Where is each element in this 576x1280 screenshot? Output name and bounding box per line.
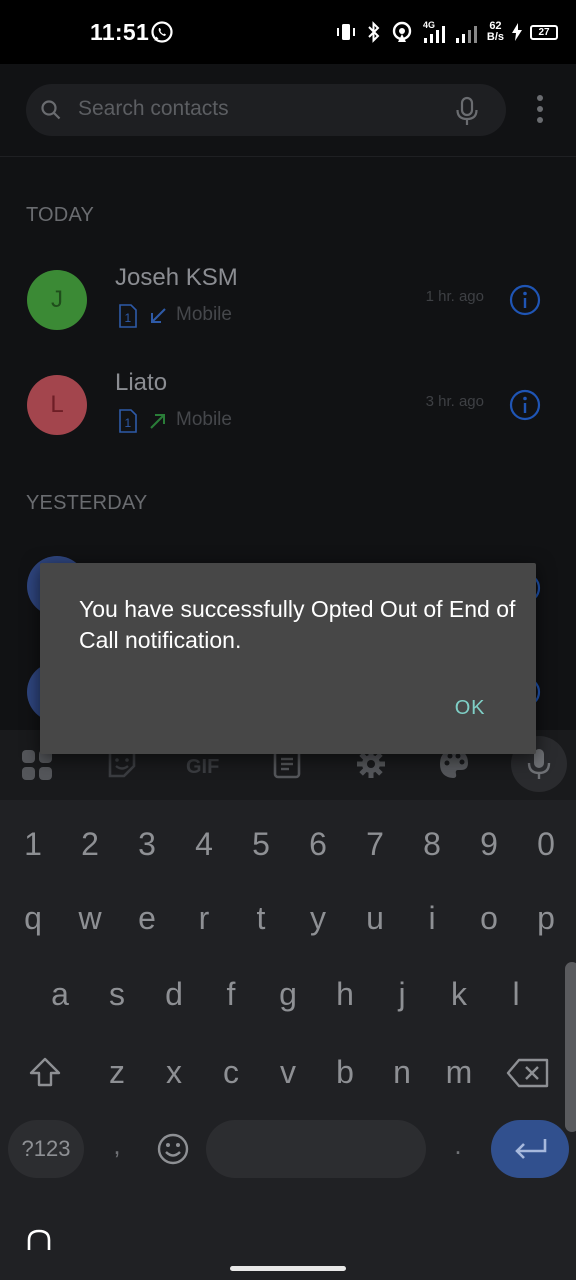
- call-time: 3 hr. ago: [425, 393, 484, 410]
- contact-name: Liato: [115, 369, 168, 396]
- contact-name: Joseh KSM: [115, 264, 238, 291]
- key-v[interactable]: v: [263, 1054, 313, 1091]
- key-e[interactable]: e: [122, 900, 172, 937]
- key-j[interactable]: j: [377, 976, 427, 1013]
- svg-text:4G: 4G: [423, 20, 435, 30]
- navigation-bar: [0, 1200, 576, 1280]
- ok-button[interactable]: OK: [434, 691, 506, 725]
- key-w[interactable]: w: [65, 900, 115, 937]
- comma-key[interactable]: ,: [92, 1130, 142, 1161]
- space-key[interactable]: [206, 1120, 426, 1178]
- call-log-row[interactable]: J Joseh KSM 1 Mobile 1 hr. ago: [0, 264, 576, 360]
- voice-search-icon[interactable]: [453, 96, 481, 126]
- sim-1-icon: 1: [119, 409, 137, 433]
- key-n[interactable]: n: [377, 1054, 427, 1091]
- key-o[interactable]: o: [464, 900, 514, 937]
- bluetooth-icon: [368, 21, 380, 43]
- section-header-today: TODAY: [26, 204, 95, 226]
- key-m[interactable]: m: [434, 1054, 484, 1091]
- key-r[interactable]: r: [179, 900, 229, 937]
- key-t[interactable]: t: [236, 900, 286, 937]
- info-icon[interactable]: [509, 389, 541, 421]
- avatar: J: [27, 270, 87, 330]
- backspace-key[interactable]: [506, 1057, 550, 1089]
- search-input[interactable]: [78, 97, 438, 121]
- scroll-handle[interactable]: [565, 962, 576, 1132]
- key-d[interactable]: d: [149, 976, 199, 1013]
- status-bar: 11:51 4G 62 B/s 27: [0, 0, 576, 64]
- call-log-row[interactable]: L Liato 1 Mobile 3 hr. ago: [0, 369, 576, 465]
- key-i[interactable]: i: [407, 900, 457, 937]
- key-a[interactable]: a: [35, 976, 85, 1013]
- hotspot-icon: [392, 21, 412, 42]
- key-s[interactable]: s: [92, 976, 142, 1013]
- shift-key[interactable]: [28, 1055, 62, 1089]
- battery-indicator: 27: [530, 24, 558, 40]
- key-z[interactable]: z: [92, 1054, 142, 1091]
- signal-icon: [455, 26, 477, 43]
- avatar: L: [27, 375, 87, 435]
- key-b[interactable]: b: [320, 1054, 370, 1091]
- clock: 11:51: [90, 19, 150, 45]
- dialog-message: You have successfully Opted Out of End o…: [79, 596, 516, 653]
- call-type: Mobile: [176, 304, 232, 325]
- more-options-icon[interactable]: [536, 94, 544, 124]
- key-u[interactable]: u: [350, 900, 400, 937]
- divider: [0, 156, 576, 157]
- key-y[interactable]: y: [293, 900, 343, 937]
- key-5[interactable]: 5: [236, 826, 286, 863]
- key-2[interactable]: 2: [65, 826, 115, 863]
- key-4[interactable]: 4: [179, 826, 229, 863]
- search-bar[interactable]: [26, 84, 506, 136]
- enter-key[interactable]: [491, 1120, 569, 1178]
- signal-4g-icon: 4G: [423, 20, 445, 43]
- key-g[interactable]: g: [263, 976, 313, 1013]
- charging-icon: [512, 23, 522, 41]
- symbols-key[interactable]: ?123: [8, 1120, 84, 1178]
- search-icon: [41, 100, 61, 120]
- keyboard: 1234567890 qwertyuiop asdfghjkl zxcvbnm …: [0, 800, 576, 1200]
- key-6[interactable]: 6: [293, 826, 343, 863]
- key-0[interactable]: 0: [521, 826, 571, 863]
- svg-text:1: 1: [125, 416, 132, 430]
- key-7[interactable]: 7: [350, 826, 400, 863]
- key-p[interactable]: p: [521, 900, 571, 937]
- whatsapp-icon: [151, 21, 173, 43]
- call-time: 1 hr. ago: [425, 288, 484, 305]
- key-k[interactable]: k: [434, 976, 484, 1013]
- key-8[interactable]: 8: [407, 826, 457, 863]
- svg-text:GIF: GIF: [186, 756, 219, 778]
- key-h[interactable]: h: [320, 976, 370, 1013]
- gif-icon[interactable]: GIF: [184, 752, 224, 778]
- incoming-call-icon: [151, 308, 166, 323]
- status-icons: 4G 62 B/s 27: [335, 16, 558, 48]
- key-1[interactable]: 1: [8, 826, 58, 863]
- vibrate-icon: [336, 24, 355, 40]
- sim-1-icon: 1: [119, 304, 137, 328]
- key-x[interactable]: x: [149, 1054, 199, 1091]
- enter-icon: [515, 1139, 547, 1159]
- network-speed: 62 B/s: [486, 20, 504, 43]
- key-9[interactable]: 9: [464, 826, 514, 863]
- key-l[interactable]: l: [491, 976, 541, 1013]
- call-type: Mobile: [176, 409, 232, 430]
- home-indicator[interactable]: [230, 1266, 346, 1271]
- key-c[interactable]: c: [206, 1054, 256, 1091]
- opt-out-dialog: You have successfully Opted Out of End o…: [40, 563, 536, 754]
- period-key[interactable]: .: [433, 1130, 483, 1161]
- info-icon[interactable]: [509, 284, 541, 316]
- svg-text:1: 1: [125, 311, 132, 325]
- outgoing-call-icon: [150, 414, 165, 429]
- key-f[interactable]: f: [206, 976, 256, 1013]
- key-3[interactable]: 3: [122, 826, 172, 863]
- section-header-yesterday: YESTERDAY: [26, 492, 148, 514]
- key-q[interactable]: q: [8, 900, 58, 937]
- keyboard-hide-icon[interactable]: [26, 1228, 52, 1252]
- emoji-icon[interactable]: [156, 1132, 190, 1166]
